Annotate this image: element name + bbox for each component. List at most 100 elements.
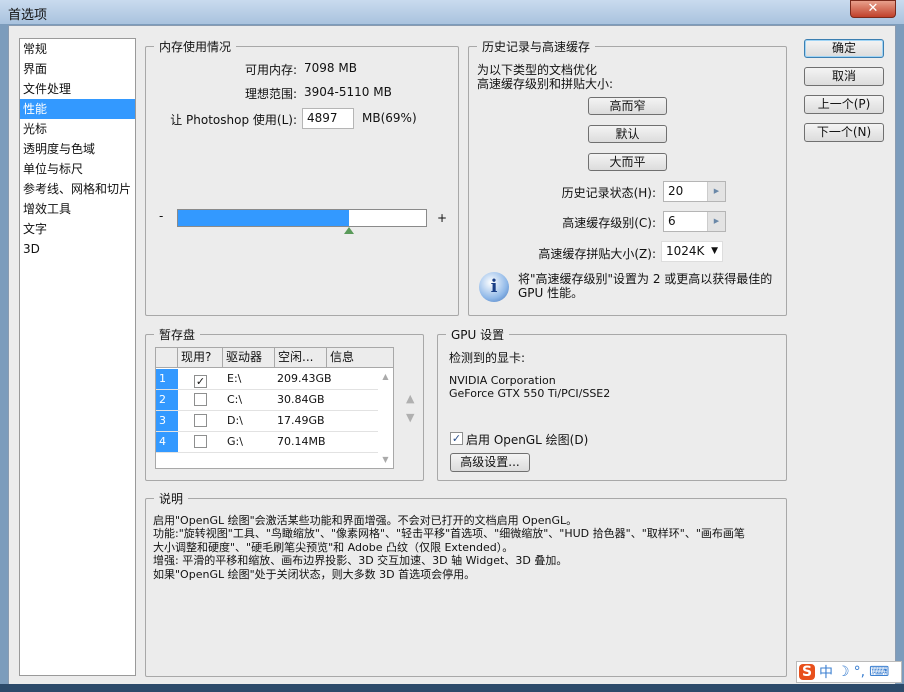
- col-index: [156, 348, 178, 367]
- active-cell[interactable]: [178, 390, 223, 410]
- description-line: 大小调整和硬度"、"硬毛刷笔尖预览"和 Adobe 凸纹（仅限 Extended…: [153, 540, 514, 554]
- slider-plus: +: [437, 211, 448, 225]
- gpu-vendor: NVIDIA Corporation: [449, 374, 556, 387]
- ideal-value: 3904-5110 MB: [304, 85, 392, 99]
- sidebar-item[interactable]: 参考线、网格和切片: [20, 179, 135, 199]
- memory-use-input[interactable]: 4897: [302, 108, 354, 129]
- opengl-label: 启用 OpenGL 绘图(D): [466, 433, 589, 447]
- description-line: 增强: 平滑的平移和缩放、画布边界投影、3D 交互加速、3D 轴 Widget、…: [153, 554, 568, 568]
- info-icon: i: [479, 272, 509, 302]
- scratch-title: 暂存盘: [159, 328, 196, 342]
- history-states-input[interactable]: 20 ▶: [663, 181, 726, 202]
- default-button[interactable]: 默认: [588, 125, 667, 143]
- sidebar-item[interactable]: 增效工具: [20, 199, 135, 219]
- slider-minus: -: [159, 209, 164, 223]
- memory-slider-fill: [178, 210, 350, 226]
- next-button[interactable]: 下一个(N): [804, 123, 884, 142]
- optimize-line2: 高速缓存级别和拼贴大小:: [477, 77, 614, 91]
- description-line: 如果"OpenGL 绘图"处于关闭状态，则大多数 3D 首选项会停用。: [153, 567, 476, 581]
- available-value: 7098 MB: [304, 61, 357, 75]
- description-title: 说明: [159, 492, 184, 506]
- close-button[interactable]: ✕: [850, 0, 896, 18]
- history-states-value: 20: [668, 184, 684, 198]
- active-cell[interactable]: [178, 432, 223, 452]
- row-index: 1: [156, 369, 178, 389]
- cancel-button[interactable]: 取消: [804, 67, 884, 86]
- sidebar-item[interactable]: 文件处理: [20, 79, 135, 99]
- free-cell: 70.14MB: [277, 435, 326, 448]
- col-free[interactable]: 空闲...: [275, 348, 327, 367]
- col-drive[interactable]: 驱动器: [223, 348, 275, 367]
- scratch-disk-table: 现用? 驱动器 空闲... 信息 1 ✓ E:\ 209.43GB 2 C:\ 30.84G…: [155, 347, 394, 469]
- table-row[interactable]: 2 C:\ 30.84GB: [156, 390, 378, 411]
- detected-card-label: 检测到的显卡:: [449, 351, 526, 365]
- drive-cell: E:\: [227, 372, 242, 385]
- table-scrollbar[interactable]: ▲ ▼: [378, 369, 393, 468]
- info-line2: GPU 性能。: [518, 286, 584, 300]
- sidebar-item[interactable]: 光标: [20, 119, 135, 139]
- move-down-icon[interactable]: ▼: [406, 411, 414, 424]
- memory-title: 内存使用情况: [159, 40, 232, 54]
- active-checkbox[interactable]: ✓: [194, 375, 207, 388]
- ime-toolbar[interactable]: S 中 ☽ °, ⌨: [796, 661, 902, 683]
- cache-levels-label: 高速缓存级别(C):: [562, 216, 656, 230]
- sidebar-item[interactable]: 3D: [20, 239, 135, 259]
- active-checkbox[interactable]: [194, 414, 207, 427]
- active-cell[interactable]: ✓: [178, 369, 223, 389]
- cache-levels-input[interactable]: 6 ▶: [663, 211, 726, 232]
- gpu-title: GPU 设置: [451, 328, 505, 342]
- keyboard-icon[interactable]: ⌨: [869, 664, 889, 680]
- tall-narrow-button[interactable]: 高而窄: [588, 97, 667, 115]
- table-header: 现用? 驱动器 空闲... 信息: [156, 348, 393, 368]
- tile-size-value: 1024K: [666, 244, 705, 258]
- window-title: 首选项: [8, 8, 48, 23]
- use-label: 让 Photoshop 使用(L):: [170, 113, 297, 127]
- prev-button[interactable]: 上一个(P): [804, 95, 884, 114]
- chevron-down-icon: ▼: [711, 246, 718, 256]
- sidebar-item[interactable]: 界面: [20, 59, 135, 79]
- row-index: 2: [156, 390, 178, 410]
- advanced-settings-button[interactable]: 高级设置...: [450, 453, 530, 472]
- col-active[interactable]: 现用?: [178, 348, 223, 367]
- active-checkbox[interactable]: [194, 393, 207, 406]
- history-states-label: 历史记录状态(H):: [561, 186, 656, 200]
- col-info[interactable]: 信息: [327, 348, 393, 367]
- table-row[interactable]: 3 D:\ 17.49GB: [156, 411, 378, 432]
- row-index: 3: [156, 411, 178, 431]
- ideal-label: 理想范围:: [244, 87, 297, 101]
- ime-mode[interactable]: 中: [819, 662, 833, 682]
- free-cell: 17.49GB: [277, 414, 325, 427]
- description-line: 功能:"旋转视图"工具、"鸟瞰缩放"、"像素网格"、"轻击平移"首选项、"细微缩…: [153, 527, 745, 541]
- category-list[interactable]: 常规 界面 文件处理 性能 光标 透明度与色域 单位与标尺 参考线、网格和切片 增效工具 文字 3D: [19, 38, 136, 676]
- big-flat-button[interactable]: 大而平: [588, 153, 667, 171]
- table-row[interactable]: 4 G:\ 70.14MB: [156, 432, 378, 453]
- history-title: 历史记录与高速缓存: [482, 40, 591, 54]
- drive-cell: D:\: [227, 414, 243, 427]
- slider-thumb[interactable]: [344, 227, 355, 234]
- punctuation-icon[interactable]: °,: [854, 664, 865, 680]
- sogou-logo-icon: S: [799, 664, 815, 680]
- spin-arrow-icon[interactable]: ▶: [707, 182, 725, 201]
- tile-size-label: 高速缓存拼贴大小(Z):: [538, 247, 656, 261]
- cache-levels-value: 6: [668, 214, 676, 228]
- tile-size-select[interactable]: 1024K ▼: [661, 241, 723, 262]
- sidebar-item[interactable]: 透明度与色域: [20, 139, 135, 159]
- drive-cell: C:\: [227, 393, 243, 406]
- move-up-icon[interactable]: ▲: [406, 392, 414, 405]
- memory-slider[interactable]: [177, 209, 427, 234]
- description-text: 启用"OpenGL 绘图"会激活某些功能和界面增强。不会对已打开的文档启用 Op…: [153, 514, 745, 581]
- free-cell: 209.43GB: [277, 372, 332, 385]
- gpu-card: GeForce GTX 550 Ti/PCI/SSE2: [449, 387, 611, 400]
- active-checkbox[interactable]: [194, 435, 207, 448]
- moon-icon[interactable]: ☽: [837, 664, 850, 680]
- description-line: 启用"OpenGL 绘图"会激活某些功能和界面增强。不会对已打开的文档启用 Op…: [153, 514, 578, 527]
- sidebar-item[interactable]: 文字: [20, 219, 135, 239]
- ok-button[interactable]: 确定: [804, 39, 884, 58]
- sidebar-item[interactable]: 性能: [20, 99, 135, 119]
- sidebar-item[interactable]: 常规: [20, 39, 135, 59]
- opengl-checkbox[interactable]: ✓: [450, 432, 463, 445]
- sidebar-item[interactable]: 单位与标尺: [20, 159, 135, 179]
- table-row[interactable]: 1 ✓ E:\ 209.43GB: [156, 369, 378, 390]
- spin-arrow-icon[interactable]: ▶: [707, 212, 725, 231]
- active-cell[interactable]: [178, 411, 223, 431]
